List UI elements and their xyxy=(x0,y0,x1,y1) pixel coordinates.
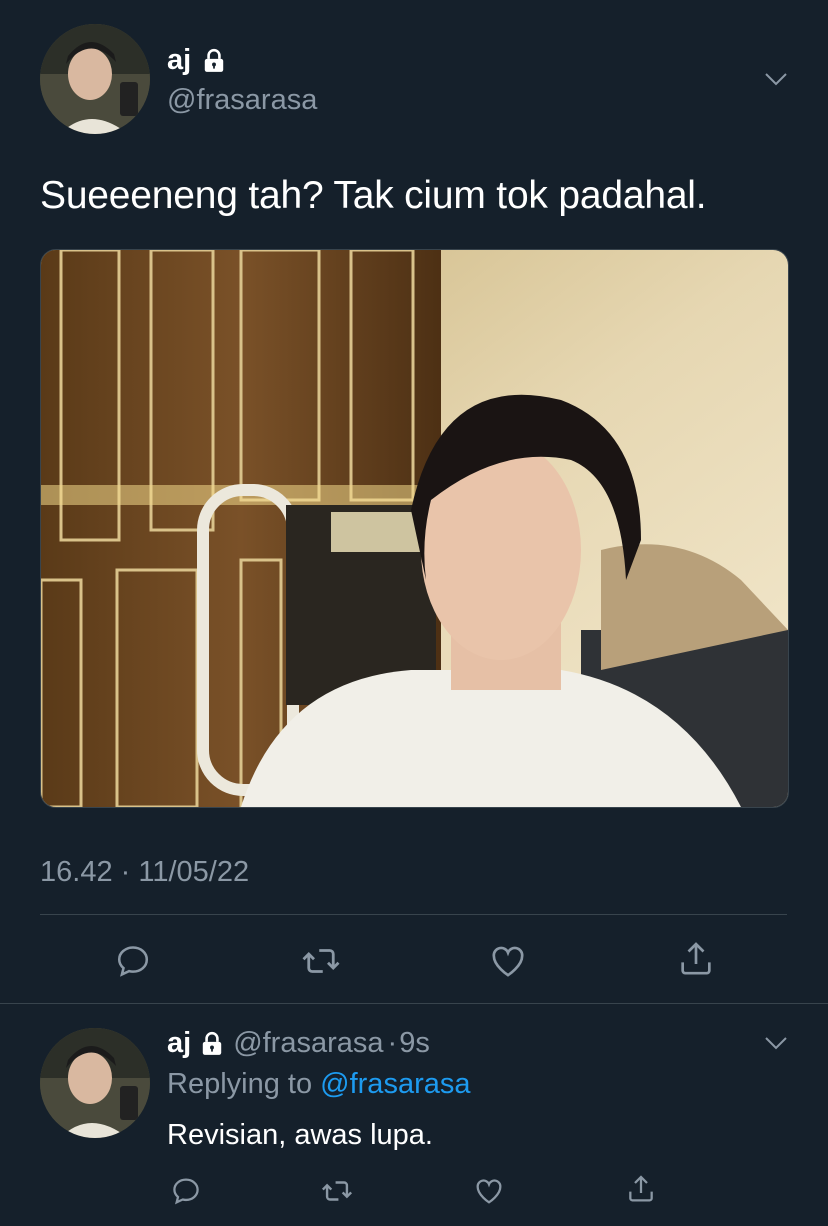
retweet-button[interactable] xyxy=(318,1172,356,1210)
like-icon xyxy=(492,946,524,977)
reply-icon xyxy=(117,946,149,977)
author-display-name[interactable]: aj xyxy=(167,44,191,77)
divider xyxy=(40,914,787,915)
share-button[interactable] xyxy=(622,1170,660,1208)
share-icon xyxy=(681,942,711,975)
chevron-down-icon[interactable] xyxy=(761,1028,791,1058)
avatar-photo xyxy=(40,24,150,134)
retweet-icon xyxy=(302,949,340,973)
replying-mention[interactable]: @frasarasa xyxy=(320,1068,470,1100)
reply-age[interactable]: 9s xyxy=(399,1027,430,1060)
reply-icon xyxy=(173,1178,199,1205)
share-button[interactable] xyxy=(673,936,719,982)
reply-header: aj @frasarasa · 9s xyxy=(167,1027,430,1060)
like-button[interactable] xyxy=(470,1172,508,1210)
reply-author-avatar[interactable] xyxy=(40,1028,150,1138)
reply-text: Revisian, awas lupa. xyxy=(167,1119,433,1151)
reply-button[interactable] xyxy=(110,938,156,984)
divider xyxy=(0,1003,828,1004)
reply-button[interactable] xyxy=(167,1172,205,1210)
tweet-timestamp[interactable]: 16.42 · 11/05/22 xyxy=(40,856,249,889)
like-icon xyxy=(476,1179,502,1204)
replying-to: Replying to @frasarasa xyxy=(167,1068,470,1101)
author-name[interactable]: aj xyxy=(167,44,227,77)
reply-handle[interactable]: @frasarasa xyxy=(233,1027,383,1060)
lock-icon xyxy=(202,1031,222,1055)
author-avatar[interactable] xyxy=(40,24,150,134)
author-handle[interactable]: @frasarasa xyxy=(167,84,317,117)
replying-prefix: Replying to xyxy=(167,1068,313,1100)
retweet-button[interactable] xyxy=(298,938,344,984)
avatar-photo xyxy=(40,1028,150,1138)
reply-display-name[interactable]: aj xyxy=(167,1027,191,1060)
lock-icon xyxy=(204,48,224,72)
tweet-media[interactable] xyxy=(40,249,789,808)
share-icon xyxy=(629,1175,653,1202)
media-photo xyxy=(41,250,788,807)
retweet-icon xyxy=(321,1181,353,1201)
meta-separator: · xyxy=(387,1027,398,1059)
tweet-text: Sueeeneng tah? Tak cium tok padahal. xyxy=(40,174,707,217)
like-button[interactable] xyxy=(485,938,531,984)
chevron-down-icon[interactable] xyxy=(761,64,791,94)
